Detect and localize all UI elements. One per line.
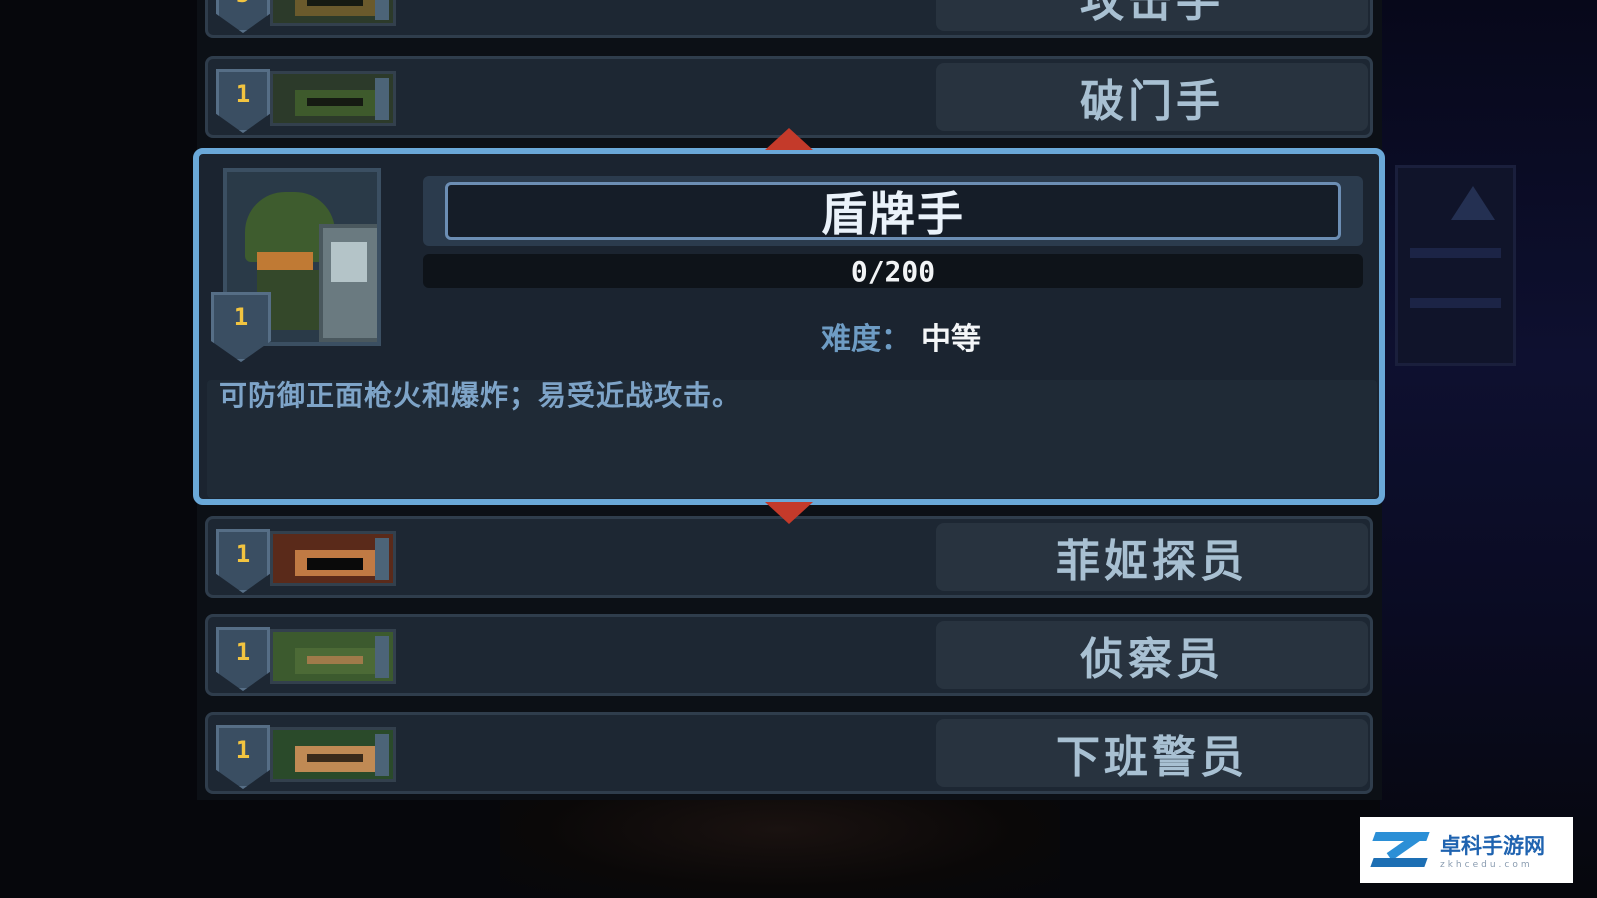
character-name: 盾牌手 (821, 187, 965, 241)
portrait-eyes (307, 754, 363, 762)
list-item[interactable]: 1 破门手 (205, 56, 1373, 138)
difficulty-value: 中等 (921, 322, 981, 357)
portrait-strip (375, 734, 389, 776)
portrait-shield-window (331, 242, 367, 282)
difficulty: 难度： 中等 (821, 314, 981, 358)
level-value: 1 (233, 303, 249, 331)
difficulty-label: 难度： (821, 322, 911, 357)
scroll-down-arrow-icon[interactable] (765, 502, 813, 524)
character-portrait (270, 629, 396, 684)
character-name: 破门手 (1080, 76, 1224, 127)
level-badge-icon: 1 (211, 292, 271, 362)
portrait-strip (375, 78, 389, 120)
level-badge-icon: 1 (216, 627, 270, 691)
background-bar (1410, 248, 1501, 258)
character-title-frame: 盾牌手 (445, 182, 1341, 241)
list-item[interactable]: 5 攻击手 (205, 0, 1373, 38)
background-glow (1380, 0, 1597, 898)
character-name: 菲姬探员 (1056, 536, 1248, 587)
portrait-eyes (307, 558, 363, 570)
list-item[interactable]: 1 菲姬探员 (205, 516, 1373, 598)
character-title-box: 盾牌手 (423, 176, 1363, 246)
level-value: 1 (235, 638, 251, 666)
scroll-up-arrow-icon[interactable] (765, 128, 813, 150)
list-item[interactable]: 1 下班警员 (205, 712, 1373, 794)
portrait-eyes (307, 98, 363, 106)
portrait-visor (257, 252, 313, 270)
character-description: 可防御正面枪火和爆炸；易受近战攻击。 (219, 379, 742, 412)
level-value: 5 (236, 0, 250, 8)
character-name-box: 侦察员 (936, 621, 1368, 689)
character-portrait (270, 727, 396, 782)
level-value: 1 (235, 540, 251, 568)
experience-progress-bar: 0/200 (423, 254, 1363, 288)
character-name-box: 菲姬探员 (936, 523, 1368, 591)
portrait-strip (375, 0, 389, 20)
level-value: 1 (235, 80, 251, 108)
background-triangle-icon (1451, 186, 1495, 220)
portrait-strip (375, 636, 389, 678)
level-badge-icon: 1 (216, 725, 270, 789)
watermark-subtext: zkhcedu.com (1440, 860, 1533, 870)
portrait-eyes (307, 0, 363, 6)
level-value: 1 (235, 736, 251, 764)
level-badge-icon: 1 (216, 69, 270, 133)
watermark-text: 卓科手游网 (1440, 833, 1545, 858)
character-name: 下班警员 (1056, 732, 1248, 783)
background-bottom (500, 800, 1060, 898)
character-name-box: 攻击手 (936, 0, 1368, 31)
character-name-box: 下班警员 (936, 719, 1368, 787)
character-name: 侦察员 (1080, 634, 1224, 685)
level-badge-icon: 1 (216, 529, 270, 593)
background-panel (1395, 165, 1516, 366)
level-badge-icon: 5 (216, 0, 270, 33)
portrait-strip (375, 538, 389, 580)
character-portrait (270, 71, 396, 126)
character-portrait (270, 531, 396, 586)
watermark-logo-icon (1370, 828, 1432, 872)
character-portrait (270, 0, 396, 26)
selected-character-panel[interactable]: 1 盾牌手 0/200 难度： 中等 可防御正面枪火和爆炸；易受近战攻击。 (193, 148, 1385, 505)
character-name: 攻击手 (1080, 0, 1224, 27)
portrait-eyes (307, 656, 363, 664)
experience-progress-text: 0/200 (850, 254, 936, 288)
background-bar (1410, 298, 1501, 308)
list-item[interactable]: 1 侦察员 (205, 614, 1373, 696)
watermark: 卓科手游网 zkhcedu.com (1360, 817, 1573, 883)
character-name-box: 破门手 (936, 63, 1368, 131)
